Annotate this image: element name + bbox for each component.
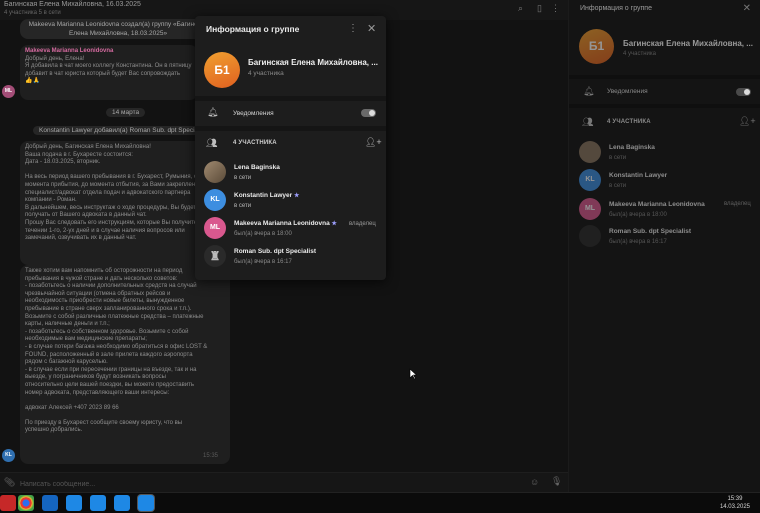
message-bubble[interactable]: Makeeva Marianna Leonidovna Добрый день,… — [20, 45, 198, 100]
member-count: 4 участника — [248, 70, 284, 77]
group-avatar[interactable]: Б1 — [204, 52, 240, 88]
divider — [195, 126, 386, 131]
message-text: Также хотим вам напомнить об осторожност… — [25, 268, 208, 434]
telegram-icon[interactable] — [114, 495, 130, 511]
members-header: 4 УЧАСТНИКА — [233, 140, 277, 146]
member-status: в сети — [234, 203, 252, 209]
member-name: Lena Baginska — [234, 164, 280, 171]
members-icon: 👥︎ — [206, 138, 218, 148]
avatar: KL — [579, 169, 601, 191]
member-count: 4 участника — [623, 51, 656, 57]
chrome-icon[interactable] — [18, 495, 34, 511]
close-icon[interactable]: ✕ — [743, 3, 751, 14]
group-info-dialog: Информация о группе ⋮ ✕ Б1 Багинская Еле… — [195, 16, 386, 280]
more-icon[interactable]: ⋮ — [348, 23, 358, 34]
avatar: ♜ — [204, 245, 226, 267]
group-name: Багинская Елена Михайловна, ... — [623, 39, 753, 48]
list-item[interactable]: KL Konstantin Lawyer ★ в сети — [204, 189, 379, 215]
member-status: был(а) вчера в 18:00 — [609, 212, 667, 218]
attach-icon[interactable]: 📎︎ — [4, 477, 15, 488]
message-time: 15:35 — [202, 453, 218, 460]
chat-title: Багинская Елена Михайловна, 16.03.2025 — [4, 1, 141, 8]
member-name: Roman Sub. dpt Specialist — [234, 248, 316, 255]
sidebar-toggle-icon[interactable]: ▯ — [535, 4, 544, 13]
divider — [195, 96, 386, 101]
search-icon[interactable]: ⌕ — [516, 4, 525, 13]
app-icon[interactable] — [42, 495, 58, 511]
microphone-icon[interactable]: 🎙︎ — [551, 476, 562, 487]
list-item[interactable]: KL Konstantin Lawyer в сети — [579, 169, 754, 195]
avatar[interactable]: KL — [2, 449, 15, 462]
member-name: Konstantin Lawyer ★ — [234, 192, 300, 199]
avatar: ML — [204, 217, 226, 239]
notifications-toggle[interactable] — [361, 109, 376, 117]
bell-icon: 🔔︎ — [583, 86, 595, 96]
member-status: был(а) вчера в 18:00 — [234, 231, 292, 237]
clock-date: 14.03.2025 — [719, 504, 750, 510]
add-member-icon[interactable]: 👤︎+ — [365, 137, 382, 148]
member-name: Lena Baginska — [609, 144, 655, 151]
member-status: в сети — [609, 155, 627, 161]
list-item[interactable]: Roman Sub. dpt Specialist был(а) вчера в… — [579, 225, 754, 251]
emoji-icon[interactable]: ☺ — [530, 477, 539, 487]
dialog-title: Информация о группе — [206, 24, 300, 34]
taskbar: 15:39 14.03.2025 — [0, 492, 760, 513]
list-item[interactable]: ML Makeeva Marianna Leonidovna ★ был(а) … — [204, 217, 379, 243]
message-input[interactable] — [18, 477, 502, 491]
member-status: был(а) вчера в 16:17 — [609, 239, 667, 245]
member-status: был(а) вчера в 16:17 — [234, 259, 292, 265]
message-text: Добрый день, Елена! Я добавила в чат мое… — [25, 55, 192, 77]
close-icon[interactable]: ✕ — [367, 22, 376, 35]
avatar — [204, 161, 226, 183]
list-item[interactable]: ML Makeeva Marianna Leonidovna был(а) вч… — [579, 198, 754, 224]
system-message-added: Konstantin Lawyer добавил(а) Roman Sub. … — [33, 126, 213, 135]
avatar[interactable]: ML — [2, 85, 15, 98]
member-name: Konstantin Lawyer — [609, 172, 668, 179]
message-composer: 📎︎ ☺ 🎙︎ — [0, 472, 568, 493]
divider — [569, 75, 760, 79]
message-reactions[interactable]: 👍🙏 — [25, 78, 193, 86]
member-status: в сети — [234, 175, 252, 181]
avatar — [579, 225, 601, 247]
telegram-icon[interactable] — [66, 495, 82, 511]
group-avatar[interactable]: Б1 — [579, 29, 614, 64]
member-status: в сети — [609, 183, 627, 189]
member-name: Makeeva Marianna Leonidovna — [609, 201, 705, 208]
member-name: Roman Sub. dpt Specialist — [609, 228, 691, 235]
system-clock[interactable]: 15:39 14.03.2025 — [720, 495, 750, 511]
member-name: Makeeva Marianna Leonidovna ★ — [234, 220, 337, 227]
panel-title: Информация о группе — [580, 5, 652, 12]
avatar — [579, 141, 601, 163]
notifications-label: Уведомления — [233, 110, 274, 117]
notifications-label: Уведомления — [607, 88, 648, 95]
list-item[interactable]: ♜ Roman Sub. dpt Specialist был(а) вчера… — [204, 245, 379, 271]
star-icon: ★ — [293, 193, 300, 199]
telegram-icon[interactable] — [90, 495, 106, 511]
mouse-cursor-icon — [409, 368, 417, 380]
star-icon: ★ — [331, 221, 337, 227]
message-author: Makeeva Marianna Leonidovna — [25, 48, 114, 54]
group-info-panel: Информация о группе ✕ Б1 Багинская Елена… — [568, 0, 760, 492]
member-role: владелец — [349, 221, 376, 227]
divider — [569, 104, 760, 108]
members-icon: 👥︎ — [582, 117, 594, 127]
add-member-icon[interactable]: 👤︎+ — [739, 116, 756, 127]
notifications-toggle[interactable] — [736, 88, 751, 96]
telegram-icon[interactable] — [138, 495, 154, 511]
avatar: ML — [579, 198, 601, 220]
chat-subtitle: 4 участника 5 в сети — [4, 10, 61, 16]
bell-icon: 🔔︎ — [207, 107, 219, 117]
list-item[interactable]: Lena Baginska в сети — [579, 141, 754, 167]
more-icon[interactable]: ⋮ — [551, 4, 560, 13]
avatar: KL — [204, 189, 226, 211]
list-item[interactable]: Lena Baginska в сети — [204, 161, 379, 187]
app-icon[interactable] — [0, 495, 16, 511]
members-header: 4 УЧАСТНИКА — [607, 119, 651, 125]
member-role: владелец — [724, 201, 751, 207]
group-name: Багинская Елена Михайловна, ... — [248, 58, 378, 67]
system-message-created: Makeeva Marianna Leonidovna создал(а) гр… — [20, 19, 216, 39]
message-bubble[interactable]: Также хотим вам напомнить об осторожност… — [20, 265, 230, 464]
date-divider: 14 марта — [106, 108, 146, 117]
clock-time: 15:39 — [727, 496, 743, 502]
